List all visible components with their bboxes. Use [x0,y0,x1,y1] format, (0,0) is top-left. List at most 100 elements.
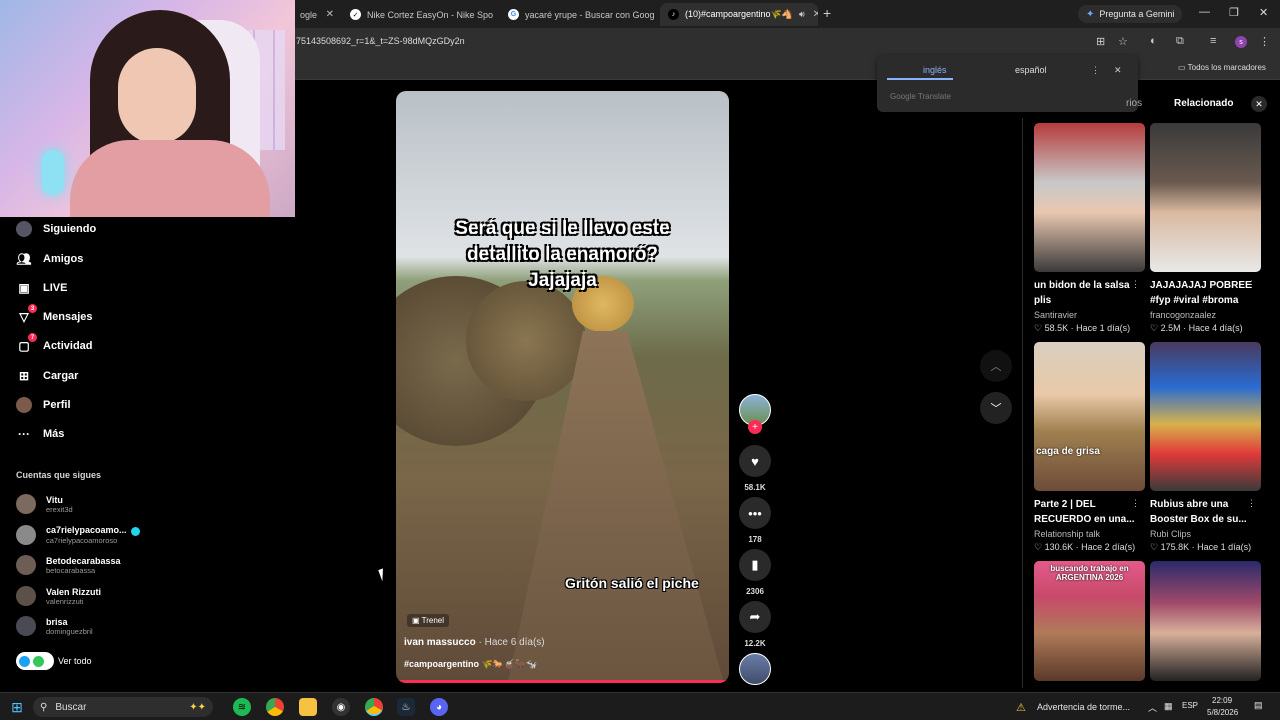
effect-tag[interactable]: ▣ Trenel [407,614,450,627]
next-video-button[interactable]: ﹀ [980,392,1012,424]
comment-button[interactable]: ••• 178 [739,497,771,544]
nike-favicon-icon: ✓ [350,9,361,20]
translate-target-tab[interactable]: español [1015,65,1047,75]
nav-item-actividad[interactable]: ▢ 7 Actividad [16,333,93,354]
close-tab-icon[interactable]: ✕ [805,9,818,20]
webcam-lamp [42,150,64,195]
profile-avatar-icon[interactable]: s [1235,36,1247,48]
nav-item-mas[interactable]: ··· Más [16,426,64,442]
translate-menu-icon[interactable]: ⋮ [1091,65,1100,76]
translate-source-tab[interactable]: inglés [923,65,947,75]
minimize-icon[interactable]: — [1199,6,1210,18]
tab-google[interactable]: ogle ✕ [292,3,342,26]
translate-close-icon[interactable]: ✕ [1114,65,1122,76]
language-indicator[interactable]: ESP [1182,701,1198,710]
weather-alert[interactable]: Advertencia de torme... [1037,702,1130,712]
related-video-card[interactable]: buscando trabajo en ARGENTINA 2026 [1034,561,1146,681]
close-panel-icon[interactable]: ✕ [1251,96,1267,112]
bookmark-star-icon[interactable]: ☆ [1118,35,1128,48]
followed-account[interactable]: brisa dominguezbril [16,616,93,636]
avatar [16,616,36,636]
related-video-card[interactable]: ⋮ JAJAJAJAJ POBREE #fyp #viral #broma fr… [1150,123,1262,334]
more-options-icon[interactable]: ⋮ [1247,498,1256,509]
extension-colorful-icon[interactable]: ◐ [1150,35,1157,47]
tab-nike[interactable]: ✓ Nike Cortez EasyOn - Nike Spo ✕ [342,3,500,26]
clock-time[interactable]: 22:09 [1212,696,1232,705]
obs-icon[interactable]: ◉ [332,698,350,716]
discord-icon[interactable]: ◕ [430,698,448,716]
spotify-icon[interactable]: ≋ [233,698,251,716]
card-author: Rubi Clips [1150,529,1192,539]
more-options-icon[interactable]: ⋮ [1131,498,1140,509]
card-age: Hace 1 día(s) [1076,323,1131,333]
media-control-icon[interactable]: ≡ [1210,35,1216,47]
notifications-icon[interactable]: ▤ [1254,700,1263,711]
tab-comments[interactable]: rios [1126,98,1142,109]
card-likes: 58.5K [1044,323,1069,333]
friends-icon: 👥︎ [16,252,32,266]
tab-related[interactable]: Relacionado [1174,98,1233,109]
see-all-button[interactable]: Ver todo [16,652,92,670]
previous-video-button[interactable]: ︿ [980,350,1012,382]
nav-item-cargar[interactable]: ⊞ Cargar [16,368,79,384]
all-bookmarks[interactable]: ▭ Todos los marcadores [1178,63,1266,72]
tab-google-search[interactable]: G yacaré yrupe - Buscar con Goog ✕ [500,3,658,26]
followed-account[interactable]: ca7rielypacoamo... ca7rielypacoamoroso [16,525,140,545]
network-icon[interactable]: ▦ [1164,701,1173,712]
video-hashtag[interactable]: #campoargentino 🌾🐎🧉🐂🐄 [404,659,538,670]
new-tab-button[interactable]: + [823,5,831,21]
extensions-puzzle-icon[interactable]: ⧉ [1176,35,1184,48]
clock-date[interactable]: 5/8/2026 [1207,708,1238,717]
like-count: 58.1K [744,483,766,492]
avatar [16,494,36,514]
close-window-icon[interactable]: ✕ [1259,6,1268,19]
author-name: ivan massucco [404,637,476,648]
chrome-active-icon[interactable] [365,698,383,716]
followed-account[interactable]: Betodecarabassa betocarabassa [16,555,121,575]
taskbar-search[interactable]: ⚲ Buscar ✦✦ [33,697,213,717]
save-button[interactable]: ▮ 2306 [739,549,771,596]
restore-icon[interactable]: ❐ [1229,6,1239,19]
card-title: un bidon de la salsa plis [1034,280,1130,306]
card-author: Santiravier [1034,310,1078,320]
chrome-icon[interactable] [266,698,284,716]
tray-chevron-icon[interactable]: ︿ [1148,701,1157,714]
related-video-card[interactable] [1150,561,1262,681]
see-all-label: Ver todo [58,656,92,666]
menu-kebab-icon[interactable]: ⋮ [1259,35,1270,48]
translate-footer: Google Translate [890,92,951,101]
video-progress-bar[interactable] [396,680,729,683]
video-player[interactable]: Será que si le llevo este detallito la e… [396,91,729,683]
followed-account[interactable]: Valen Rizzuti valenrizzuti [16,586,101,606]
translate-icon[interactable]: ⊞ [1096,35,1105,48]
nav-item-mensajes[interactable]: ▽ 3 Mensajes [16,304,93,325]
more-options-icon[interactable]: ⋮ [1247,279,1256,290]
related-video-card[interactable]: ⋮ Rubius abre una Booster Box de su... R… [1150,342,1262,553]
share-button[interactable]: ➦ 12.2K [739,601,771,648]
more-options-icon[interactable]: ⋮ [1131,279,1140,290]
active-tab-indicator [887,78,953,80]
follow-plus-icon[interactable]: + [748,420,762,434]
sound-avatar-button[interactable] [739,653,771,685]
close-tab-icon[interactable]: ✕ [318,9,334,20]
related-video-card[interactable]: ⋮ un bidon de la salsa plis Santiravier … [1034,123,1146,334]
steam-icon[interactable]: ♨ [397,698,415,716]
tab-tiktok[interactable]: ♪ (10)#campoargentino🌾🐴 🔊︎ ✕ [660,3,818,26]
related-video-card[interactable]: caga de grisa ⋮ Parte 2 | DEL RECUERDO e… [1034,342,1146,553]
creator-avatar-button[interactable]: + [739,394,771,434]
video-author[interactable]: ivan massucco · Hace 6 día(s) [404,637,545,648]
nav-item-siguiendo[interactable]: Siguiendo [16,221,96,237]
like-button[interactable]: ♥ 58.1K [739,445,771,492]
followed-account[interactable]: Vitu erexit3d [16,494,73,514]
close-tab-icon[interactable]: ✕ [655,9,658,20]
file-explorer-icon[interactable] [299,698,317,716]
windows-start-icon[interactable]: ⊞ [8,698,26,716]
nav-item-amigos[interactable]: 👥︎ Amigos [16,251,83,267]
url-field[interactable]: 75143508692_r=1&_t=ZS-98dMQzGDy2n [296,36,465,46]
video-thumbnail [1150,561,1261,681]
gemini-button[interactable]: ✦ Pregunta a Gemini [1078,5,1183,23]
nav-item-live[interactable]: ▣ LIVE [16,280,67,296]
nav-item-perfil[interactable]: Perfil [16,397,71,413]
close-tab-icon[interactable]: ✕ [493,9,500,20]
post-time: · Hace 6 día(s) [478,637,545,648]
